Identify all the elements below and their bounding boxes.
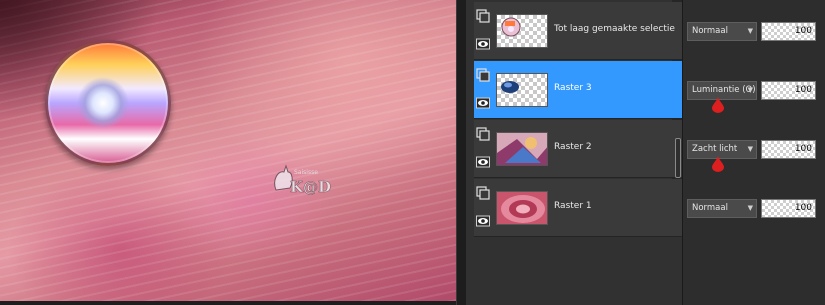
layer-properties: Normaal ▼ 100 Luminantie (O) ▼ 100 Zacht licht… xyxy=(682,0,825,305)
opacity-field[interactable]: 100 xyxy=(761,140,816,159)
raster-layer-icon xyxy=(476,68,490,82)
layer-property-row: Zacht licht ▼ 100 xyxy=(683,120,825,178)
layer-row-icons xyxy=(476,9,492,53)
layer-thumbnail[interactable] xyxy=(496,132,548,166)
layer-name: Raster 3 xyxy=(554,83,592,93)
layer-row[interactable]: Tot laag gemaakte selectie xyxy=(474,2,682,60)
eye-icon[interactable] xyxy=(476,214,490,228)
layer-thumbnail[interactable] xyxy=(496,73,548,107)
pink-tunnel-thumb xyxy=(497,192,547,224)
opacity-field[interactable]: 100 xyxy=(761,81,816,100)
layer-row[interactable]: Raster 2 xyxy=(474,120,682,178)
raster-layer-icon xyxy=(476,9,490,23)
watermark-small-text: Saisisse xyxy=(294,169,318,176)
blend-mode-select[interactable]: Normaal ▼ xyxy=(687,199,757,218)
opacity-value: 100 xyxy=(794,203,812,213)
chevron-down-icon: ▼ xyxy=(747,86,753,94)
watermark-logo: Saisisse K@D xyxy=(270,160,340,200)
layers-panel: Tot laag gemaakte selectie Raster 3 Raster… xyxy=(466,0,825,305)
opacity-value: 100 xyxy=(794,26,812,36)
layer-name: Raster 2 xyxy=(554,142,592,152)
layer-name: Tot laag gemaakte selectie xyxy=(554,24,675,34)
layer-property-row: Normaal ▼ 100 xyxy=(683,179,825,237)
chevron-down-icon: ▼ xyxy=(747,145,753,153)
layers-list: Tot laag gemaakte selectie Raster 3 Raster… xyxy=(466,0,682,305)
crystal-ball-graphic xyxy=(45,40,171,166)
opacity-field[interactable]: 100 xyxy=(761,22,816,41)
watermark-svg: Saisisse K@D xyxy=(274,164,331,196)
layer-thumbnail[interactable] xyxy=(496,191,548,225)
app-frame: Saisisse K@D Tot laag gemaakte selectie R… xyxy=(0,0,825,305)
panel-splitter[interactable] xyxy=(456,0,466,305)
eye-icon[interactable] xyxy=(476,96,490,110)
drop-marker-icon xyxy=(712,97,724,113)
image-thumb xyxy=(497,133,547,165)
layer-row-icons xyxy=(476,127,492,171)
chevron-down-icon: ▼ xyxy=(747,204,753,212)
selection-thumb xyxy=(501,17,521,37)
layer-row[interactable]: Raster 3 xyxy=(474,61,682,119)
raster-layer-icon xyxy=(476,186,490,200)
chevron-down-icon: ▼ xyxy=(747,27,753,35)
blend-mode-value: Zacht licht xyxy=(692,144,738,154)
image-canvas[interactable]: Saisisse K@D xyxy=(0,0,456,301)
opacity-field[interactable]: 100 xyxy=(761,199,816,218)
blend-mode-value: Normaal xyxy=(692,203,728,213)
layer-row[interactable]: Raster 1 xyxy=(474,179,682,237)
opacity-value: 100 xyxy=(794,85,812,95)
opacity-value: 100 xyxy=(794,144,812,154)
watermark-main-text: K@D xyxy=(290,178,331,196)
blend-mode-select[interactable]: Normaal ▼ xyxy=(687,22,757,41)
raster-layer-icon xyxy=(476,127,490,141)
blend-mode-value: Luminantie (O) xyxy=(692,85,756,95)
layer-property-row: Luminantie (O) ▼ 100 xyxy=(683,61,825,119)
layer-name: Raster 1 xyxy=(554,201,592,211)
blend-mode-value: Normaal xyxy=(692,26,728,36)
blue-blob-thumb xyxy=(501,81,519,93)
layer-row-icons xyxy=(476,186,492,230)
layer-row-icons xyxy=(476,68,492,112)
drop-marker-icon xyxy=(712,156,724,172)
layer-thumbnail[interactable] xyxy=(496,14,548,48)
eye-icon[interactable] xyxy=(476,37,490,51)
panel-resize-grip[interactable] xyxy=(675,138,681,178)
eye-icon[interactable] xyxy=(476,155,490,169)
layer-property-row: Normaal ▼ 100 xyxy=(683,2,825,60)
